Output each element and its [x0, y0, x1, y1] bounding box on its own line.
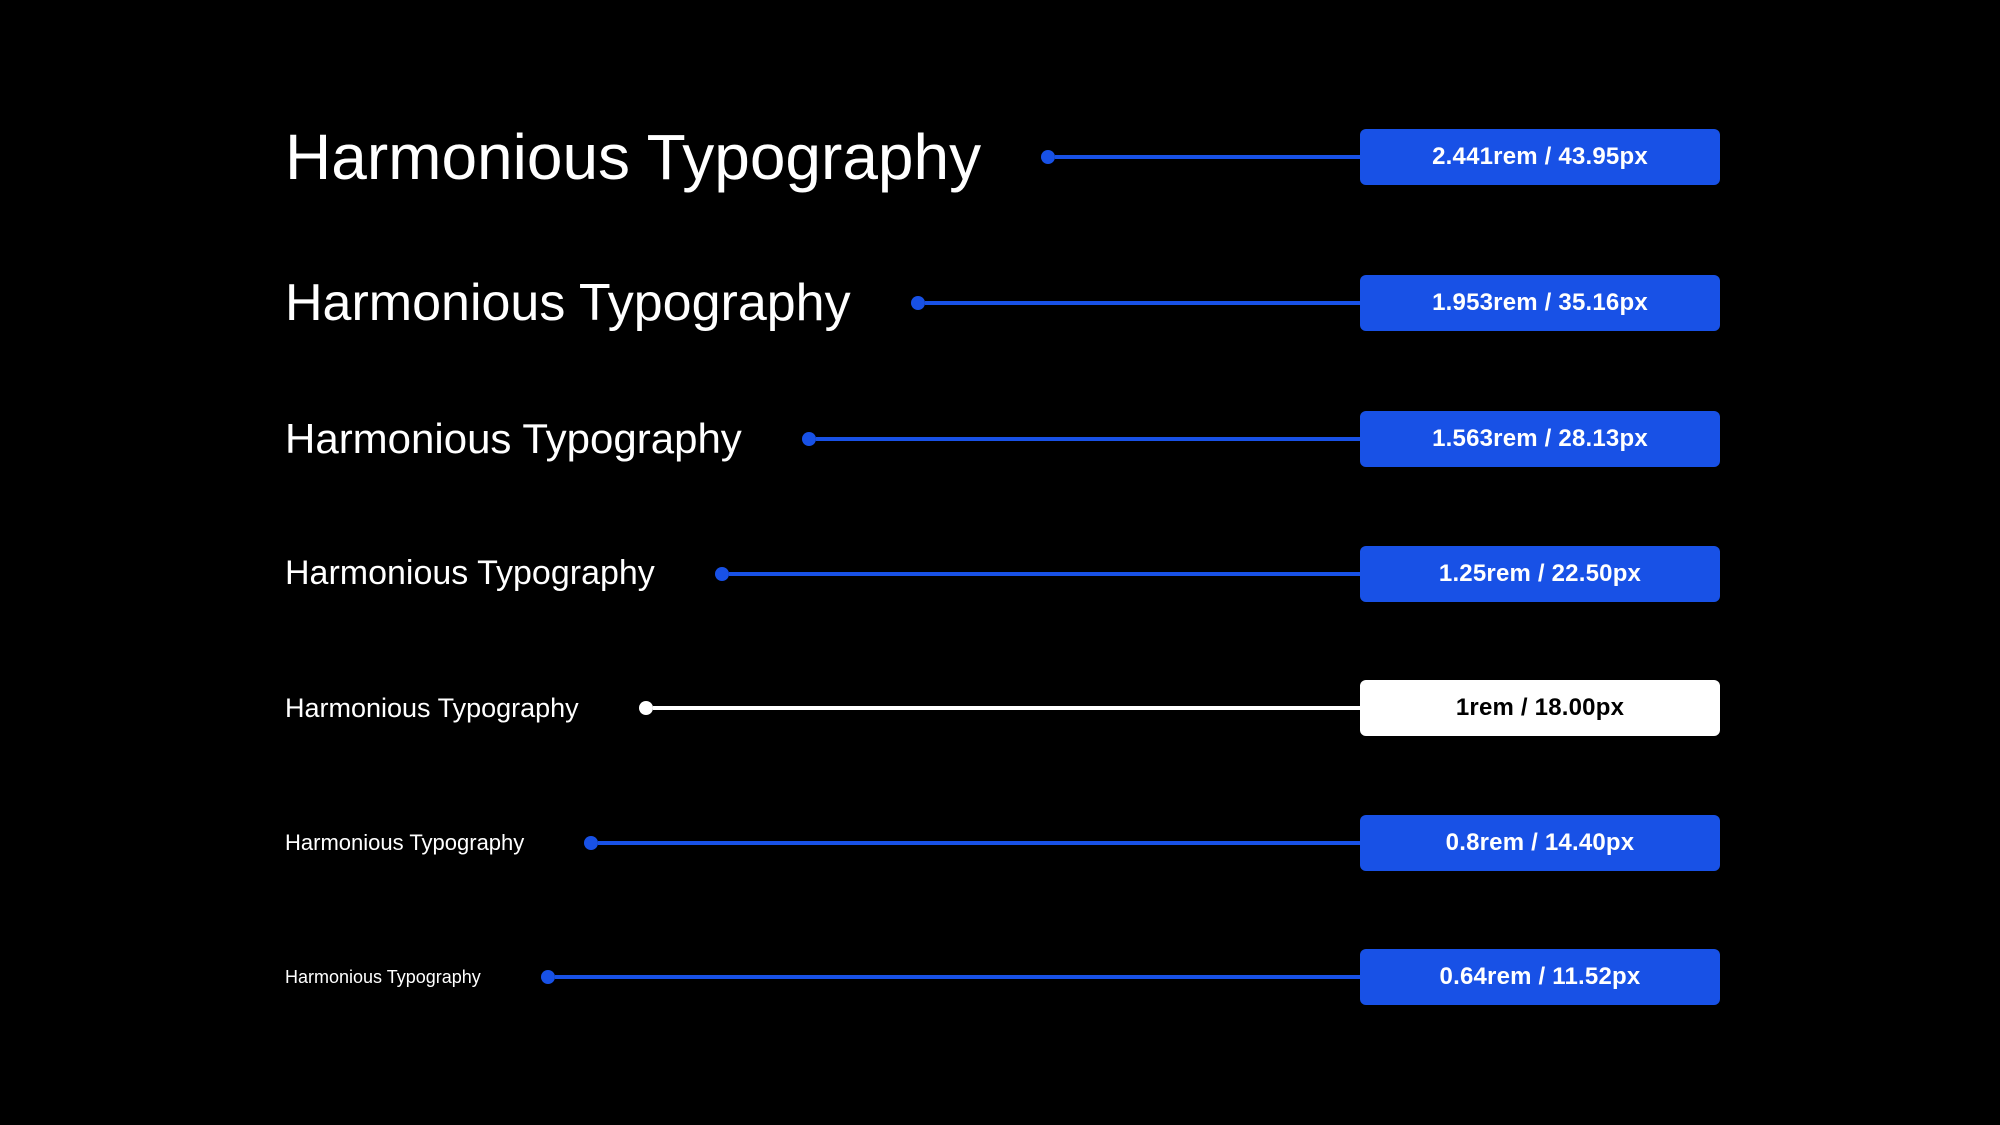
scale-row: Harmonious Typography 2.441rem / 43.95px — [285, 120, 1720, 194]
size-badge: 2.441rem / 43.95px — [1360, 129, 1720, 185]
sample-text: Harmonious Typography — [285, 830, 524, 856]
typography-scale: Harmonious Typography2.441rem / 43.95pxH… — [0, 0, 2000, 1125]
size-badge: 0.64rem / 11.52px — [1360, 949, 1720, 1005]
connector-line — [1055, 155, 1360, 159]
sample-text: Harmonious Typography — [285, 120, 981, 194]
sample-text: Harmonious Typography — [285, 273, 851, 333]
size-badge: 0.8rem / 14.40px — [1360, 815, 1720, 871]
connector — [802, 437, 1360, 441]
sample-text: Harmonious Typography — [285, 693, 579, 724]
scale-row: Harmonious Typography 1rem / 18.00px — [285, 680, 1720, 736]
connector-line — [555, 975, 1360, 979]
connector-dot-icon — [715, 567, 729, 581]
connector-dot-icon — [584, 836, 598, 850]
size-badge: 1.563rem / 28.13px — [1360, 411, 1720, 467]
scale-row: Harmonious Typography 1.563rem / 28.13px — [285, 411, 1720, 467]
size-badge: 1.953rem / 35.16px — [1360, 275, 1720, 331]
connector-dot-icon — [911, 296, 925, 310]
connector-line — [816, 437, 1360, 441]
sample-text: Harmonious Typography — [285, 967, 481, 988]
sample-text: Harmonious Typography — [285, 415, 742, 463]
scale-row: Harmonious Typography 0.8rem / 14.40px — [285, 815, 1720, 871]
connector-line — [653, 706, 1360, 710]
connector-dot-icon — [541, 970, 555, 984]
connector — [715, 572, 1360, 576]
size-badge: 1rem / 18.00px — [1360, 680, 1720, 736]
connector-dot-icon — [802, 432, 816, 446]
connector-line — [729, 572, 1360, 576]
sample-text: Harmonious Typography — [285, 554, 655, 593]
connector-line — [598, 841, 1360, 845]
connector — [911, 301, 1360, 305]
scale-row: Harmonious Typography 1.25rem / 22.50px — [285, 546, 1720, 602]
connector-dot-icon — [639, 701, 653, 715]
connector — [584, 841, 1360, 845]
scale-row: Harmonious Typography 1.953rem / 35.16px — [285, 273, 1720, 333]
connector-dot-icon — [1041, 150, 1055, 164]
size-badge: 1.25rem / 22.50px — [1360, 546, 1720, 602]
connector — [639, 706, 1360, 710]
connector — [541, 975, 1360, 979]
connector — [1041, 155, 1360, 159]
scale-row: Harmonious Typography 0.64rem / 11.52px — [285, 949, 1720, 1005]
connector-line — [925, 301, 1360, 305]
